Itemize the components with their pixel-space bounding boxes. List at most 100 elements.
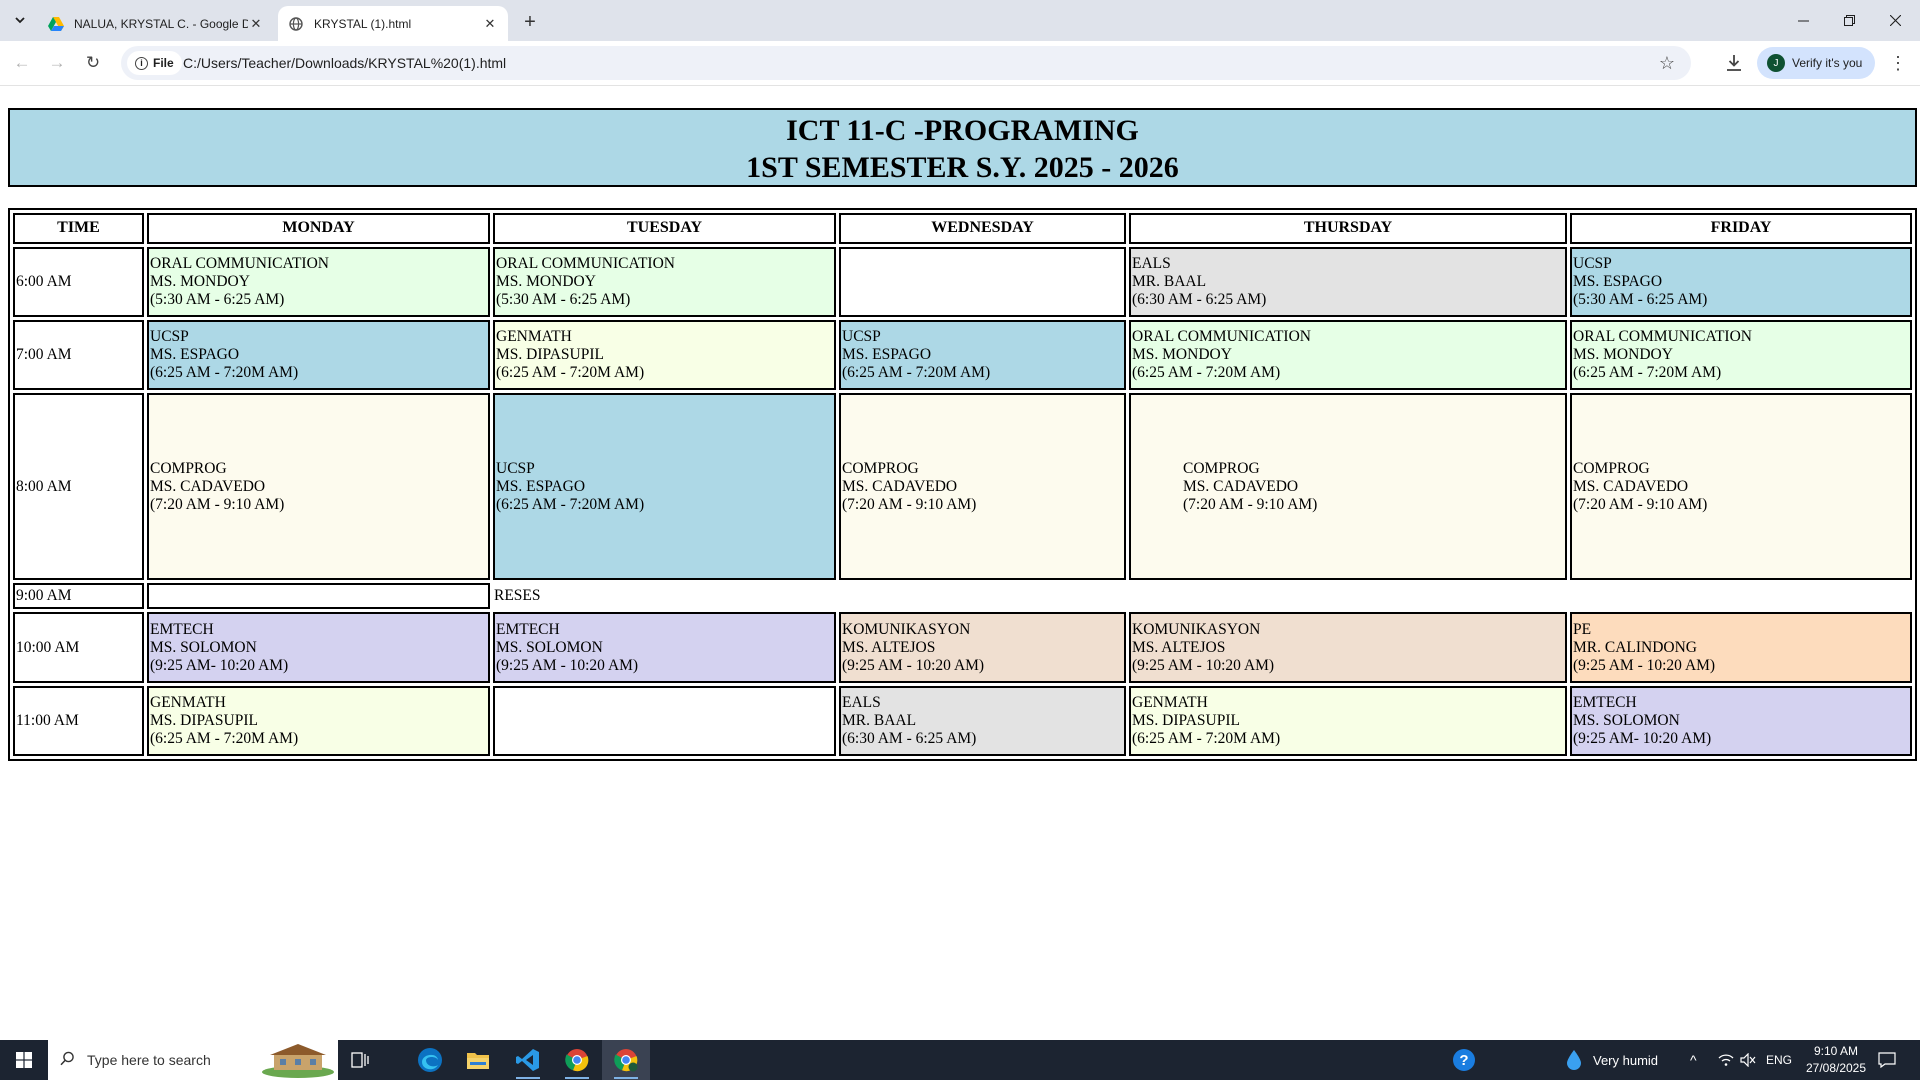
empty-cell bbox=[839, 246, 1126, 318]
class-cell: EMTECH MS. SOLOMON (9:25 AM- 10:20 AM) bbox=[147, 612, 490, 683]
subject: GENMATH bbox=[496, 328, 572, 346]
subject: ORAL COMMUNICATION bbox=[1132, 328, 1311, 346]
header-tuesday: TUESDAY bbox=[493, 213, 836, 244]
taskbar-chrome[interactable] bbox=[553, 1040, 601, 1080]
class-hours: (9:25 AM - 10:20 AM) bbox=[842, 656, 985, 674]
break-row: 9:00 AM RESES bbox=[13, 583, 1912, 610]
subject: EMTECH bbox=[496, 620, 560, 638]
subject: EMTECH bbox=[1573, 693, 1637, 711]
taskbar-vscode[interactable] bbox=[504, 1040, 552, 1080]
search-highlight-image bbox=[260, 1042, 336, 1078]
reload-button[interactable]: ↻ bbox=[79, 49, 107, 77]
windows-taskbar: Type here to search ? Very humid ^ ENG 9… bbox=[0, 1040, 1920, 1080]
class-hours: (7:20 AM - 9:10 AM) bbox=[1573, 495, 1708, 513]
file-explorer-icon bbox=[467, 1053, 489, 1069]
teacher: MR. BAAL bbox=[842, 711, 917, 729]
close-tab-icon[interactable]: ✕ bbox=[482, 16, 498, 32]
svg-text:?: ? bbox=[1459, 1052, 1468, 1069]
bookmark-star-icon[interactable]: ☆ bbox=[1655, 51, 1679, 75]
class-hours: (7:20 AM - 9:10 AM) bbox=[150, 495, 285, 513]
language-indicator[interactable]: ENG bbox=[1766, 1040, 1792, 1080]
page-subtitle: 1ST SEMESTER S.Y. 2025 - 2026 bbox=[746, 151, 1179, 184]
help-button[interactable]: ? bbox=[1440, 1040, 1488, 1080]
teacher: MS. SOLOMON bbox=[150, 638, 257, 656]
chevron-down-icon bbox=[15, 17, 25, 24]
class-cell: COMPROG MS. CADAVEDO (7:20 AM - 9:10 AM) bbox=[1570, 393, 1912, 581]
close-window-button[interactable] bbox=[1872, 0, 1918, 41]
new-tab-button[interactable]: + bbox=[518, 10, 542, 34]
minimize-button[interactable] bbox=[1780, 0, 1826, 41]
teacher: MS. MONDOY bbox=[496, 273, 596, 291]
tab-krystal-html[interactable]: KRYSTAL (1).html ✕ bbox=[278, 6, 508, 41]
arrow-right-icon: → bbox=[48, 53, 66, 72]
close-tab-icon[interactable]: ✕ bbox=[248, 16, 264, 32]
teacher: MR. BAAL bbox=[1132, 273, 1207, 291]
teacher: MS. ESPAGO bbox=[150, 346, 240, 364]
restore-button[interactable] bbox=[1826, 0, 1872, 41]
teacher: MS. CADAVEDO bbox=[1573, 477, 1689, 495]
class-cell: UCSP MS. ESPAGO (6:25 AM - 7:20M AM) bbox=[839, 320, 1126, 391]
site-info-chip[interactable]: i File bbox=[127, 51, 182, 75]
info-icon: i bbox=[135, 56, 148, 70]
class-cell: COMPROG MS. CADAVEDO (7:20 AM - 9:10 AM) bbox=[1129, 393, 1567, 581]
class-hours: (6:25 AM - 7:20M AM) bbox=[1132, 364, 1281, 382]
volume-muted-icon[interactable] bbox=[1740, 1040, 1756, 1080]
taskbar-chrome-profile[interactable] bbox=[602, 1040, 650, 1080]
clock-time: 9:10 AM bbox=[1813, 1044, 1859, 1058]
class-cell: PE MR. CALINDONG (9:25 AM - 10:20 AM) bbox=[1570, 612, 1912, 683]
header-monday: MONDAY bbox=[147, 213, 490, 244]
verify-profile-button[interactable]: J Verify it's you bbox=[1757, 47, 1875, 79]
teacher: MS. SOLOMON bbox=[1573, 711, 1680, 729]
network-icon[interactable] bbox=[1718, 1040, 1734, 1080]
empty-cell bbox=[147, 583, 490, 610]
task-view-icon bbox=[351, 1052, 369, 1068]
class-cell: KOMUNIKASYON MS. ALTEJOS (9:25 AM - 10:2… bbox=[839, 612, 1126, 683]
tab-title: NALUA, KRYSTAL C. - Google D bbox=[74, 16, 248, 31]
subject: UCSP bbox=[842, 328, 881, 346]
address-bar[interactable]: i File C:/Users/Teacher/Downloads/KRYSTA… bbox=[121, 46, 1691, 80]
class-hours: (9:25 AM- 10:20 AM) bbox=[150, 656, 289, 674]
tab-search-button[interactable] bbox=[8, 8, 32, 32]
back-button[interactable]: ← bbox=[8, 49, 36, 77]
empty-cell bbox=[493, 685, 836, 756]
class-cell: EALS MR. BAAL (6:30 AM - 6:25 AM) bbox=[839, 685, 1126, 756]
start-button[interactable] bbox=[0, 1040, 47, 1080]
subject: COMPROG bbox=[150, 459, 227, 477]
class-hours: (6:25 AM - 7:20M AM) bbox=[496, 364, 645, 382]
class-hours: (6:25 AM - 7:20M AM) bbox=[496, 495, 645, 513]
class-cell: ORAL COMMUNICATION MS. MONDOY (5:30 AM -… bbox=[147, 246, 490, 318]
time-cell: 8:00 AM bbox=[13, 393, 144, 581]
table-row: 11:00 AM GENMATH MS. DIPASUPIL (6:25 AM … bbox=[13, 685, 1912, 756]
class-hours: (5:30 AM - 6:25 AM) bbox=[150, 291, 285, 309]
schedule-header: ICT 11-C -PROGRAMING 1ST SEMESTER S.Y. 2… bbox=[8, 108, 1917, 187]
class-cell: ORAL COMMUNICATION MS. MONDOY (6:25 AM -… bbox=[1129, 320, 1567, 391]
browser-menu-button[interactable]: ⋮ bbox=[1884, 49, 1912, 77]
notification-icon bbox=[1878, 1052, 1896, 1068]
search-placeholder: Type here to search bbox=[87, 1052, 211, 1068]
class-cell: COMPROG MS. CADAVEDO (7:20 AM - 9:10 AM) bbox=[839, 393, 1126, 581]
header-thursday: THURSDAY bbox=[1129, 213, 1567, 244]
class-hours: (5:30 AM - 6:25 AM) bbox=[1573, 291, 1708, 309]
taskbar-edge[interactable] bbox=[406, 1040, 454, 1080]
class-cell: ORAL COMMUNICATION MS. MONDOY (6:25 AM -… bbox=[1570, 320, 1912, 391]
downloads-button[interactable] bbox=[1720, 49, 1748, 77]
class-hours: (6:25 AM - 7:20M AM) bbox=[842, 364, 991, 382]
url-text[interactable]: C:/Users/Teacher/Downloads/KRYSTAL%20(1)… bbox=[183, 46, 506, 80]
forward-button[interactable]: → bbox=[43, 49, 71, 77]
class-hours: (6:25 AM - 7:20M AM) bbox=[150, 364, 299, 382]
taskbar-file-explorer[interactable] bbox=[454, 1040, 502, 1080]
class-cell: EMTECH MS. SOLOMON (9:25 AM- 10:20 AM) bbox=[1570, 685, 1912, 756]
verify-label: Verify it's you bbox=[1792, 56, 1863, 70]
tab-google-drive[interactable]: NALUA, KRYSTAL C. - Google D ✕ bbox=[38, 6, 274, 41]
notifications-button[interactable] bbox=[1878, 1040, 1896, 1080]
windows-logo-icon bbox=[15, 1052, 32, 1068]
task-view-button[interactable] bbox=[336, 1040, 384, 1080]
page-content: ICT 11-C -PROGRAMING 1ST SEMESTER S.Y. 2… bbox=[0, 87, 1920, 1039]
tray-overflow-chevron-icon[interactable]: ^ bbox=[1690, 1040, 1697, 1080]
class-hours: (5:30 AM - 6:25 AM) bbox=[496, 291, 631, 309]
weather-widget[interactable]: Very humid bbox=[1565, 1040, 1658, 1080]
weather-label: Very humid bbox=[1593, 1052, 1659, 1068]
google-drive-icon bbox=[48, 16, 64, 32]
class-hours: (9:25 AM- 10:20 AM) bbox=[1573, 729, 1712, 747]
clock[interactable]: 9:10 AM 27/08/2025 bbox=[1800, 1043, 1872, 1077]
